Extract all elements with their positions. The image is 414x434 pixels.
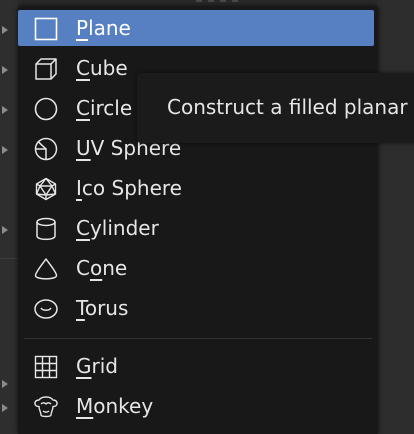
viewport-background: Plane Cube Circle UV Sphere Ico Sphere C… (0, 0, 414, 434)
torus-icon (33, 296, 59, 322)
submenu-arrow-icon[interactable] (2, 66, 8, 74)
menu-item-plane[interactable]: Plane (18, 10, 374, 46)
menu-item-cone[interactable]: Cone (18, 250, 374, 286)
menu-item-cylinder[interactable]: Cylinder (18, 210, 374, 246)
menu-item-label: Cylinder (76, 216, 159, 240)
menu-item-torus[interactable]: Torus (18, 290, 374, 326)
grid-icon (33, 354, 59, 380)
submenu-arrow-icon[interactable] (2, 380, 8, 388)
menu-item-label: Monkey (76, 394, 154, 418)
uv-sphere-icon (33, 136, 59, 162)
submenu-arrow-icon[interactable] (2, 106, 8, 114)
submenu-arrow-icon[interactable] (2, 404, 8, 412)
cone-icon (33, 256, 59, 282)
menu-item-label: Plane (76, 16, 131, 40)
menu-item-monkey[interactable]: Monkey (18, 388, 374, 424)
menu-item-label: Ico Sphere (76, 176, 182, 200)
divider (0, 258, 18, 259)
scroll-indicator (196, 0, 246, 4)
underlying-panel-strip (0, 0, 18, 434)
add-mesh-menu: Plane Cube Circle UV Sphere Ico Sphere C… (18, 6, 378, 434)
plane-icon (33, 16, 59, 42)
menu-item-label: Cube (76, 56, 128, 80)
cube-icon (33, 56, 59, 82)
underlying-panel-right (378, 0, 414, 434)
menu-divider (24, 338, 372, 339)
submenu-arrow-icon[interactable] (2, 26, 8, 34)
tooltip-text: Construct a filled planar m (167, 95, 414, 119)
menu-item-label: Torus (76, 296, 129, 320)
menu-item-grid[interactable]: Grid (18, 348, 374, 384)
cylinder-icon (33, 216, 59, 242)
menu-item-ico-sphere[interactable]: Ico Sphere (18, 170, 374, 206)
ico-sphere-icon (33, 176, 59, 202)
monkey-icon (33, 394, 59, 420)
tooltip: Construct a filled planar m (137, 73, 414, 143)
submenu-arrow-icon[interactable] (2, 226, 8, 234)
menu-item-label: Cone (76, 256, 128, 280)
menu-item-label: Grid (76, 354, 118, 378)
circle-icon (33, 96, 59, 122)
submenu-arrow-icon[interactable] (2, 146, 8, 154)
menu-item-label: Circle (76, 96, 133, 120)
